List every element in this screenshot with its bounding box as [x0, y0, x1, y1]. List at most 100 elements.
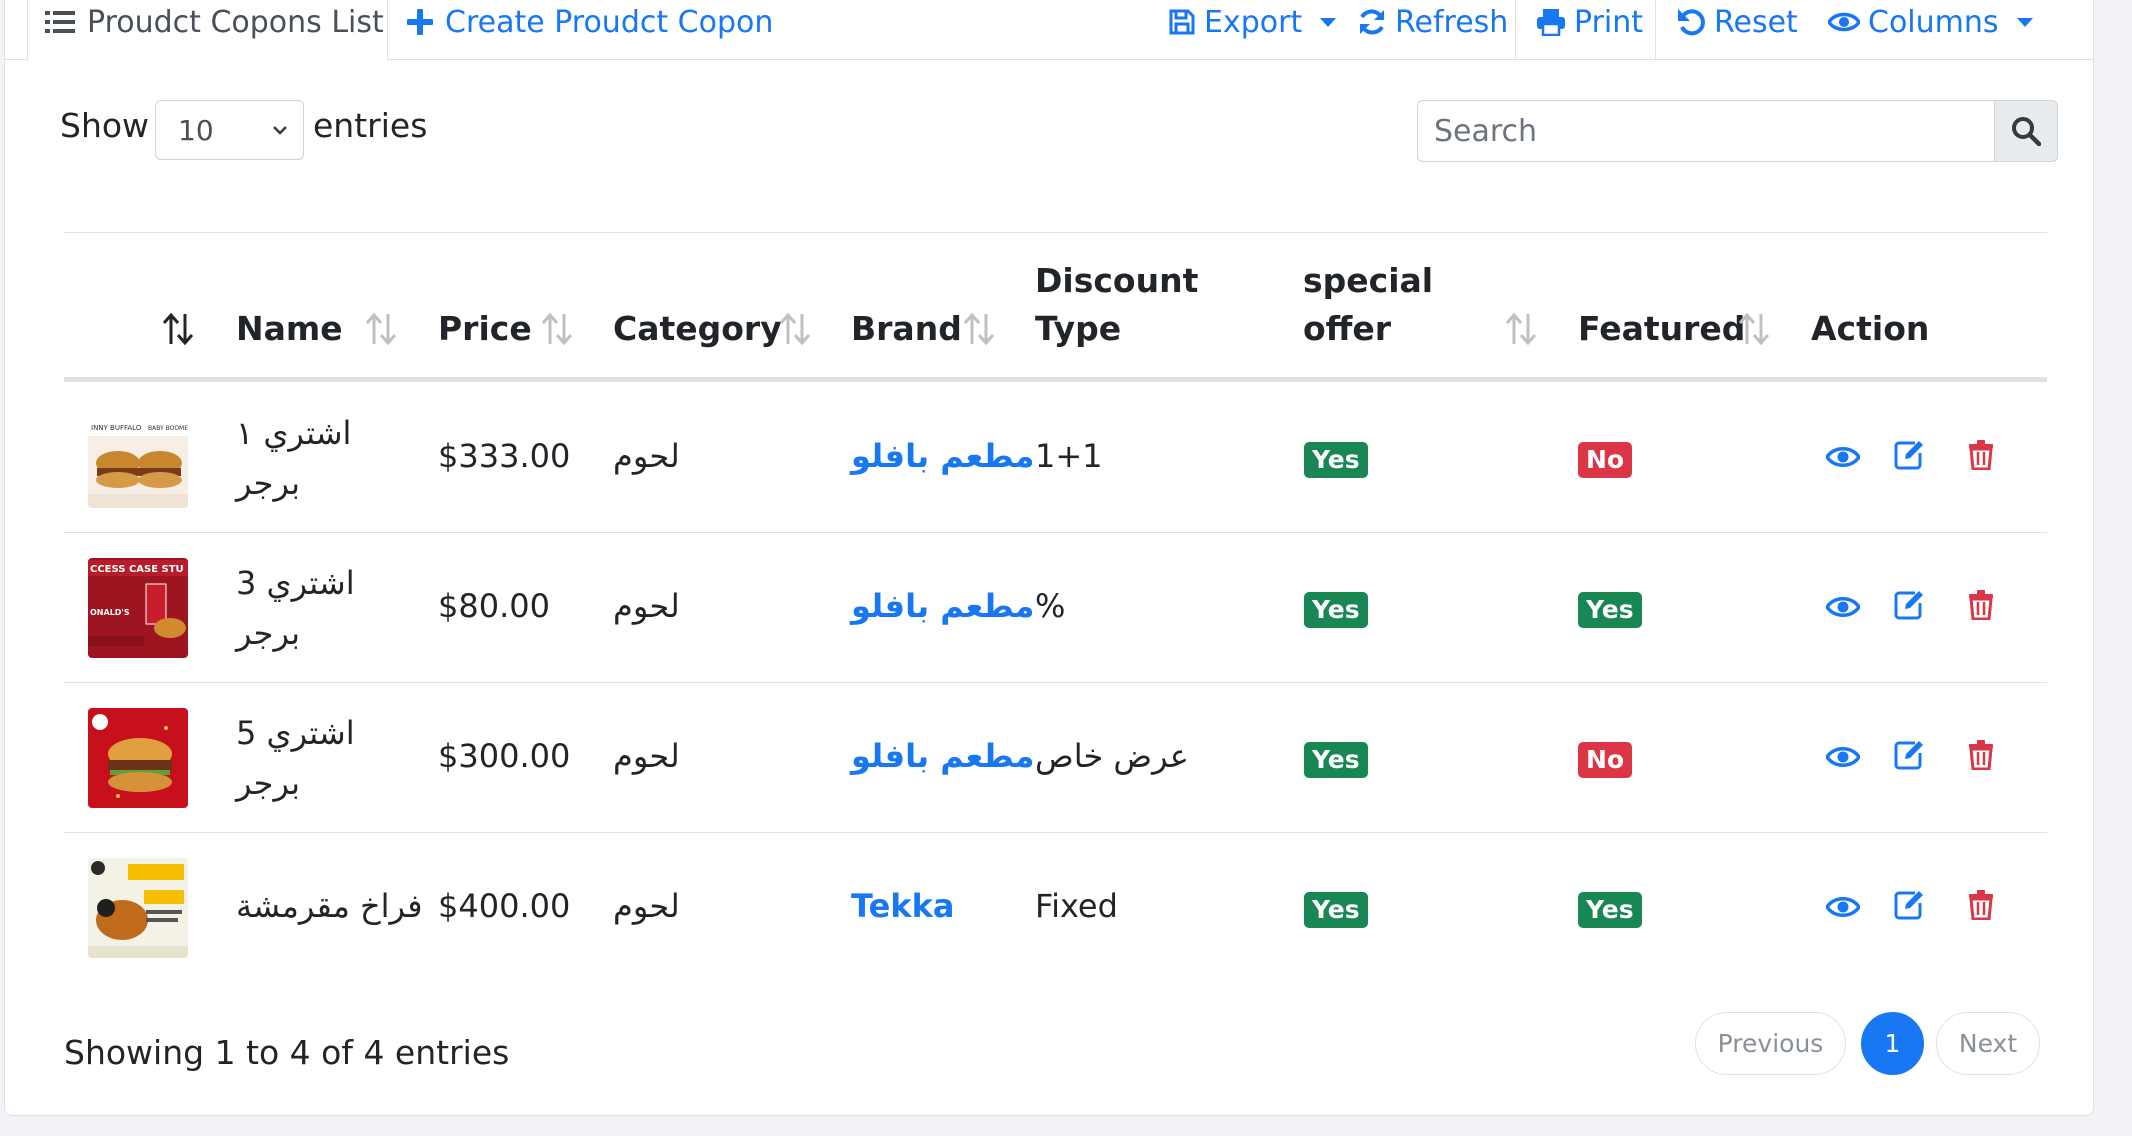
- search-input[interactable]: [1417, 100, 1995, 162]
- eye-icon: [1826, 747, 1860, 767]
- sort-icon[interactable]: [779, 312, 811, 346]
- header-special-offer-line1[interactable]: special: [1303, 257, 1433, 305]
- special-offer-badge: Yes: [1304, 742, 1368, 778]
- next-label: Next: [1958, 1029, 2018, 1058]
- header-category[interactable]: Category: [613, 305, 782, 353]
- save-icon: [1169, 9, 1195, 35]
- header-price[interactable]: Price: [438, 305, 532, 353]
- toolbar-divider: [1515, 0, 1516, 60]
- svg-text:ONALD'S: ONALD'S: [90, 608, 130, 617]
- print-icon: [1537, 9, 1565, 36]
- delete-button[interactable]: [1961, 435, 2001, 475]
- previous-page-button[interactable]: Previous: [1695, 1012, 1846, 1075]
- table-top-border: [64, 232, 2047, 233]
- coupon-brand-link[interactable]: مطعم بافلو: [851, 587, 1034, 625]
- row-divider: [64, 832, 2047, 833]
- coupon-discount-type: 1+1: [1035, 437, 1103, 475]
- edit-icon: [1894, 441, 1923, 470]
- coupon-name: فراخ مقرمشة: [236, 887, 423, 925]
- edit-button[interactable]: [1889, 585, 1929, 625]
- columns-button[interactable]: Columns: [1828, 0, 2033, 44]
- search-button[interactable]: [1994, 100, 2058, 162]
- coupon-name-line1: اشتري 3: [236, 564, 355, 602]
- sort-icon[interactable]: [162, 312, 194, 346]
- undo-icon: [1678, 9, 1705, 36]
- coupon-image: [88, 708, 188, 808]
- coupon-image: CCESS CASE STU ONALD'S: [88, 558, 188, 658]
- coupon-brand-link[interactable]: Tekka: [851, 887, 954, 925]
- header-brand[interactable]: Brand: [851, 305, 962, 353]
- coupon-image: INNY BUFFALO BABY BOOMER: [88, 408, 188, 508]
- sort-icon[interactable]: [1738, 312, 1770, 346]
- next-page-button[interactable]: Next: [1936, 1012, 2040, 1075]
- view-button[interactable]: [1823, 587, 1863, 627]
- refresh-label: Refresh: [1395, 4, 1509, 40]
- header-discount-type-line1[interactable]: Discount: [1035, 257, 1198, 305]
- edit-button[interactable]: [1889, 885, 1929, 925]
- coupons-card: Proudct Copons List Create Proudct Copon…: [4, 0, 2094, 1116]
- plus-icon: [407, 9, 433, 35]
- coupon-name-line1: اشتري ١: [236, 414, 352, 452]
- svg-text:INNY BUFFALO: INNY BUFFALO: [91, 424, 142, 432]
- page-number: 1: [1884, 1029, 1901, 1058]
- coupon-brand-link[interactable]: مطعم بافلو: [851, 437, 1034, 475]
- page-1-button[interactable]: 1: [1861, 1012, 1924, 1075]
- trash-icon: [1969, 740, 1993, 770]
- sort-icon[interactable]: [963, 312, 995, 346]
- coupon-price: $300.00: [438, 737, 571, 775]
- delete-button[interactable]: [1961, 585, 2001, 625]
- header-special-offer-line2[interactable]: offer: [1303, 305, 1391, 353]
- coupon-name-line2: برجر: [236, 614, 300, 652]
- page-length-select[interactable]: 10: [155, 100, 304, 160]
- trash-icon: [1969, 590, 1993, 620]
- print-button[interactable]: Print: [1536, 0, 1643, 44]
- special-offer-badge: Yes: [1304, 892, 1368, 928]
- header-featured[interactable]: Featured: [1578, 305, 1745, 353]
- coupon-name-line2: برجر: [236, 464, 300, 502]
- toolbar-divider: [1655, 0, 1656, 60]
- coupon-category: لحوم: [613, 887, 680, 925]
- delete-button[interactable]: [1961, 885, 2001, 925]
- chevron-down-icon: [2016, 17, 2033, 27]
- view-button[interactable]: [1823, 887, 1863, 927]
- coupon-discount-type: %: [1035, 587, 1066, 625]
- table-info: Showing 1 to 4 of 4 entries: [64, 1033, 510, 1072]
- header-discount-type-line2[interactable]: Type: [1035, 305, 1121, 353]
- coupon-image: [88, 858, 188, 958]
- table-header-border: [64, 377, 2047, 382]
- export-button[interactable]: Export: [1168, 0, 1337, 44]
- coupon-price: $400.00: [438, 887, 571, 925]
- print-label: Print: [1574, 4, 1644, 40]
- list-icon: [45, 11, 75, 33]
- sort-icon[interactable]: [541, 312, 573, 346]
- coupon-brand-link[interactable]: مطعم بافلو: [851, 737, 1034, 775]
- coupon-category: لحوم: [613, 437, 680, 475]
- special-offer-badge: Yes: [1304, 442, 1368, 478]
- tab-create-coupon[interactable]: Create Proudct Copon: [407, 0, 773, 44]
- edit-icon: [1894, 891, 1923, 920]
- delete-button[interactable]: [1961, 735, 2001, 775]
- coupon-discount-type: Fixed: [1035, 887, 1118, 925]
- eye-icon: [1826, 447, 1860, 467]
- row-divider: [64, 682, 2047, 683]
- reset-button[interactable]: Reset: [1676, 0, 1798, 44]
- trash-icon: [1969, 440, 1993, 470]
- refresh-button[interactable]: Refresh: [1357, 0, 1508, 44]
- tab-coupons-list[interactable]: Proudct Copons List: [45, 0, 384, 44]
- chevron-down-icon: [1320, 17, 1337, 27]
- header-action: Action: [1811, 309, 1930, 348]
- special-offer-badge: Yes: [1304, 592, 1368, 628]
- edit-button[interactable]: [1889, 735, 1929, 775]
- view-button[interactable]: [1823, 737, 1863, 777]
- refresh-icon: [1360, 9, 1384, 35]
- featured-badge: No: [1578, 742, 1633, 778]
- chevron-down-icon: [273, 126, 287, 135]
- edit-button[interactable]: [1889, 435, 1929, 475]
- reset-label: Reset: [1714, 4, 1798, 40]
- view-button[interactable]: [1823, 437, 1863, 477]
- sort-icon[interactable]: [1505, 312, 1537, 346]
- sort-icon[interactable]: [365, 312, 397, 346]
- coupon-category: لحوم: [613, 737, 680, 775]
- header-name[interactable]: Name: [236, 305, 343, 353]
- coupon-price: $80.00: [438, 587, 550, 625]
